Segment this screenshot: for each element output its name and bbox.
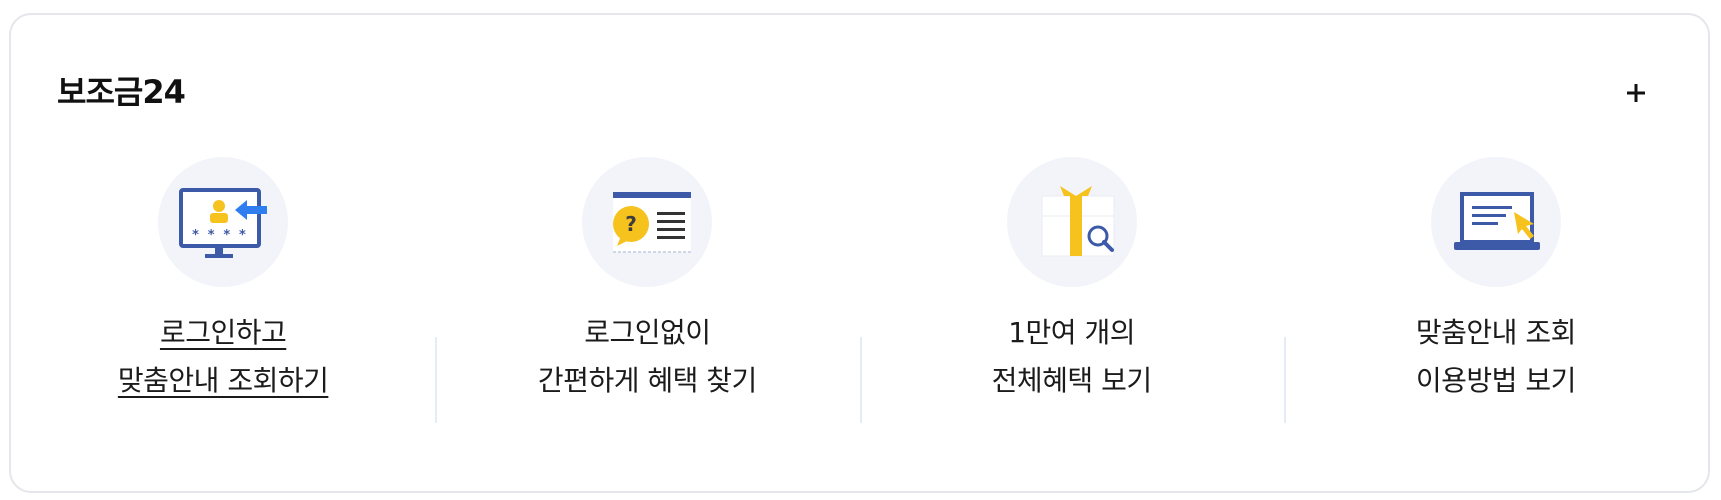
icon-circle xyxy=(1006,157,1137,287)
all-benefits-link[interactable]: 1만여 개의 전체혜택 보기 xyxy=(859,157,1284,427)
more-button[interactable] xyxy=(1616,73,1656,113)
item-label-line1: 로그인하고 xyxy=(159,316,287,349)
item-label-line1: 1만여 개의 xyxy=(1008,316,1135,349)
laptop-pointer-icon xyxy=(1453,192,1540,250)
item-label-line2: 간편하게 혜택 찾기 xyxy=(537,364,757,397)
item-label: 1만여 개의 전체혜택 보기 xyxy=(992,309,1152,405)
quick-menu: * * * * 로그인하고 맞춤안내 조회하기 ? 로그인없이 간편하게 혜택 … xyxy=(11,157,1708,427)
icon-circle: * * * * xyxy=(158,157,289,287)
item-label-line1: 로그인없이 xyxy=(584,316,711,349)
item-label-line2: 이용방법 보기 xyxy=(1415,364,1576,397)
card-title: 보조금24 xyxy=(57,73,186,111)
login-custom-search-link[interactable]: * * * * 로그인하고 맞춤안내 조회하기 xyxy=(11,157,435,427)
item-label: 맞춤안내 조회 이용방법 보기 xyxy=(1416,309,1576,405)
item-label-line2: 맞춤안내 조회하기 xyxy=(117,364,329,397)
custom-search-guide-link[interactable]: 맞춤안내 조회 이용방법 보기 xyxy=(1283,157,1708,427)
gift-search-icon xyxy=(1041,186,1115,257)
item-label: 로그인없이 간편하게 혜택 찾기 xyxy=(538,309,757,405)
login-monitor-icon: * * * * xyxy=(179,188,268,258)
item-label: 로그인하고 맞춤안내 조회하기 xyxy=(117,309,329,405)
no-login-benefit-search-link[interactable]: ? 로그인없이 간편하게 혜택 찾기 xyxy=(435,157,859,427)
item-label-line2: 전체혜택 보기 xyxy=(991,364,1152,397)
item-label-line1: 맞춤안내 조회 xyxy=(1415,316,1576,349)
question-document-icon: ? xyxy=(613,192,692,253)
svg-text:?: ? xyxy=(626,212,638,236)
icon-circle: ? xyxy=(582,157,713,287)
icon-circle xyxy=(1430,157,1561,287)
svg-text:* * * *: * * * * xyxy=(192,228,247,243)
subsidy24-card: 보조금24 * * * * 로그인하고 맞춤안내 조회하기 ? 로그인없이 간편… xyxy=(9,13,1710,493)
plus-icon xyxy=(1627,84,1645,102)
